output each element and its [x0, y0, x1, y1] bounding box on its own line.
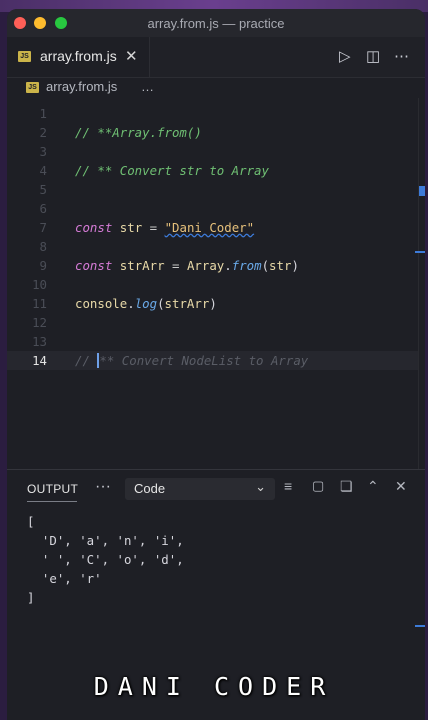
close-tab-icon[interactable]: ✕: [125, 47, 138, 65]
selected-channel: Code: [134, 481, 166, 496]
code-statement: const strArr = Array.from(str): [75, 256, 299, 275]
paren: ): [291, 258, 299, 273]
operator: =: [172, 258, 180, 273]
filter-list-icon[interactable]: ≡: [284, 478, 292, 494]
clear-output-icon[interactable]: ❏: [340, 478, 353, 495]
window-title: array.from.js — practice: [147, 16, 285, 31]
method-name: log: [134, 296, 158, 311]
js-file-icon: JS: [18, 51, 31, 62]
code-statement: const str = "Dani Coder": [75, 218, 254, 237]
more-actions-icon[interactable]: ⋯: [394, 47, 409, 65]
run-icon[interactable]: ▷: [339, 47, 351, 65]
code-comment: //: [75, 353, 98, 368]
watermark-text: DANI CODER: [93, 672, 335, 701]
argument: str: [269, 258, 292, 273]
code-line: 12: [7, 313, 425, 332]
breadcrumb-more[interactable]: …: [141, 79, 154, 94]
tab-label: array.from.js: [40, 48, 117, 64]
tab-array-from-js[interactable]: JS array.from.js ✕: [7, 37, 150, 77]
tab-bar: JS array.from.js ✕ ▷ ◫ ⋯: [7, 37, 425, 78]
code-line: 4 // ** Convert str to Array: [7, 161, 425, 180]
line-number: 3: [39, 144, 47, 159]
code-line: 11 console.log(strArr): [7, 294, 425, 313]
keyword: const: [75, 220, 113, 235]
editor-window: array.from.js — practice JS array.from.j…: [7, 9, 425, 720]
variable: str: [119, 220, 143, 235]
dot: .: [224, 258, 232, 273]
line-number: 9: [39, 258, 47, 273]
line-number: 12: [32, 315, 47, 330]
code-line: 6: [7, 199, 425, 218]
code-comment: // **Array.from(): [75, 125, 202, 140]
chevron-down-icon: ⌄: [255, 479, 266, 494]
line-number: 14: [32, 353, 47, 368]
line-number: 11: [32, 296, 47, 311]
code-line: 2 // **Array.from(): [7, 123, 425, 142]
code-line: 13: [7, 332, 425, 351]
scrollbar-marker: [419, 186, 425, 196]
code-statement: console.log(strArr): [75, 294, 217, 313]
active-tab-indicator: [27, 501, 77, 502]
argument: strArr: [164, 296, 210, 311]
line-number: 13: [32, 334, 47, 349]
split-editor-icon[interactable]: ◫: [366, 47, 380, 65]
string-literal: "Dani Coder": [164, 220, 255, 235]
code-line-active: 14 // ** Convert NodeList to Array: [7, 351, 425, 370]
title-bar: array.from.js — practice: [7, 9, 425, 37]
line-number: 7: [39, 220, 47, 235]
code-line: 7 const str = "Dani Coder": [7, 218, 425, 237]
code-line: 1: [7, 104, 425, 123]
more-views-icon[interactable]: ···: [95, 478, 111, 496]
keyword: const: [75, 258, 113, 273]
line-number: 8: [39, 239, 47, 254]
code-line: 5: [7, 180, 425, 199]
line-number: 4: [39, 163, 47, 178]
code-statement: // ** Convert NodeList to Array: [75, 351, 308, 370]
output-text: [ 'D', 'a', 'n', 'i', ' ', 'C', 'o', 'd'…: [27, 514, 184, 605]
line-number: 10: [32, 277, 47, 292]
editor-scrollbar[interactable]: [415, 98, 425, 474]
code-line: 9 const strArr = Array.from(str): [7, 256, 425, 275]
line-number: 1: [39, 106, 47, 121]
tab-output[interactable]: OUTPUT: [27, 482, 78, 496]
variable: strArr: [119, 258, 165, 273]
ghost-suggestion: ** Convert NodeList to Array: [99, 353, 309, 368]
line-number: 2: [39, 125, 47, 140]
code-comment: // ** Convert str to Array: [75, 163, 269, 178]
breadcrumb: JS array.from.js …: [7, 78, 425, 98]
paren: ): [209, 296, 217, 311]
paren: (: [157, 296, 165, 311]
line-number: 5: [39, 182, 47, 197]
code-line: 3: [7, 142, 425, 161]
close-panel-icon[interactable]: ✕: [395, 478, 407, 495]
scrollbar-marker: [415, 625, 425, 627]
object-name: console: [75, 296, 128, 311]
scrollbar-marker: [415, 251, 425, 253]
maximize-panel-icon[interactable]: ⌃: [367, 478, 379, 495]
code-line: 10: [7, 275, 425, 294]
line-number: 6: [39, 201, 47, 216]
paren: (: [261, 258, 270, 273]
code-line: 8: [7, 237, 425, 256]
dot: .: [127, 296, 135, 311]
js-file-icon: JS: [26, 82, 39, 93]
class-name: Array: [186, 258, 225, 273]
lock-icon[interactable]: ▢: [312, 478, 324, 494]
operator: =: [149, 220, 158, 235]
breadcrumb-file[interactable]: array.from.js: [46, 79, 117, 94]
output-channel-select[interactable]: Code ⌄: [125, 478, 275, 500]
code-editor[interactable]: 1 2 // **Array.from() 3 4 // ** Convert st…: [7, 98, 425, 474]
method-name: from: [231, 258, 262, 273]
